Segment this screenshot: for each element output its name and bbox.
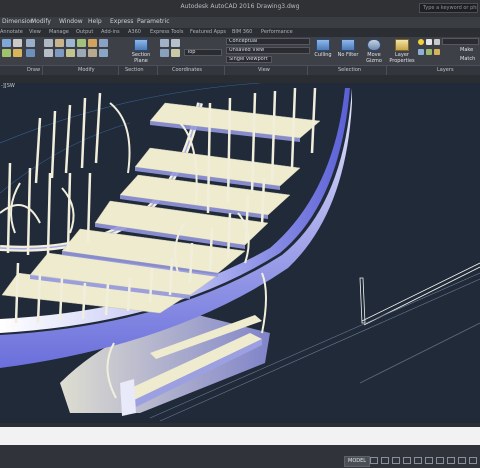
- panel-title-layers[interactable]: Layers: [437, 67, 454, 73]
- layer-properties-icon: [395, 39, 409, 51]
- rotate-icon[interactable]: [55, 39, 64, 47]
- copy-icon[interactable]: [77, 39, 86, 47]
- panel-title-view[interactable]: View: [258, 67, 270, 73]
- explode-icon[interactable]: [88, 49, 97, 57]
- move-icon[interactable]: [44, 39, 53, 47]
- tab-performance[interactable]: Performance: [261, 29, 293, 35]
- ribbon-panel-titles: Draw Modify Section Coordinates View Sel…: [0, 65, 480, 75]
- window-title: Autodesk AutoCAD 2016 Drawing3.dwg: [180, 3, 300, 10]
- culling-label: Culling: [314, 52, 332, 58]
- ucs-view-icon[interactable]: [171, 49, 180, 57]
- tab-annotate[interactable]: Annotate: [0, 29, 23, 35]
- scale-icon[interactable]: [55, 49, 64, 57]
- culling-icon: [316, 39, 330, 51]
- arc-icon[interactable]: [13, 49, 22, 57]
- move-gizmo-label: Move Gizmo: [366, 52, 382, 64]
- culling-button[interactable]: Culling: [309, 38, 337, 58]
- move-gizmo-button[interactable]: Move Gizmo: [360, 38, 388, 64]
- no-filter-button[interactable]: No Filter: [334, 38, 362, 58]
- no-filter-label: No Filter: [337, 52, 359, 58]
- ribbon: Section Plane Top Conceptual Unsaved Vie…: [0, 37, 480, 65]
- menu-item-modify[interactable]: Modify: [31, 18, 51, 25]
- layer-properties-label: Layer Properties: [389, 52, 415, 64]
- drawing-viewport[interactable]: -][SW: [0, 83, 480, 423]
- status-bar: MODEL: [0, 445, 480, 468]
- layer-unisolate-icon[interactable]: [426, 49, 432, 55]
- menu-item-dimension[interactable]: Dimension: [2, 18, 34, 25]
- menu-item-express[interactable]: Express: [110, 18, 133, 25]
- named-view-dropdown[interactable]: Unsaved View: [226, 47, 310, 54]
- layer-lock-icon[interactable]: [434, 39, 440, 45]
- layer-properties-button[interactable]: Layer Properties: [388, 38, 416, 64]
- file-tab-bar: [0, 75, 480, 83]
- panel-title-coordinates[interactable]: Coordinates: [172, 67, 202, 73]
- menu-bar: Dimension Modify Window Help Express Par…: [0, 17, 480, 28]
- menu-item-help[interactable]: Help: [88, 18, 102, 25]
- gizmo-icon: [367, 39, 381, 51]
- tab-bim-360[interactable]: BIM 360: [232, 29, 252, 35]
- tab-featured-apps[interactable]: Featured Apps: [190, 29, 226, 35]
- ucs-origin-icon[interactable]: [160, 49, 169, 57]
- menu-item-parametric[interactable]: Parametric: [137, 18, 170, 25]
- staircase-model: [0, 83, 480, 422]
- tab-manage[interactable]: Manage: [49, 29, 69, 35]
- section-plane-button[interactable]: Section Plane: [127, 38, 155, 64]
- ortho-icon[interactable]: [392, 457, 400, 464]
- hatch-icon[interactable]: [26, 49, 35, 57]
- stretch-icon[interactable]: [44, 49, 53, 57]
- ribbon-tab-bar: Annotate View Manage Output Add-ins A360…: [0, 28, 480, 37]
- title-bar: Autodesk AutoCAD 2016 Drawing3.dwg Type …: [0, 0, 480, 17]
- tab-express-tools[interactable]: Express Tools: [150, 29, 183, 35]
- grid-icon[interactable]: [370, 457, 378, 464]
- workspace-gear-icon[interactable]: [447, 457, 455, 464]
- model-space-button[interactable]: MODEL: [344, 456, 371, 467]
- ucs-icon[interactable]: [160, 39, 169, 47]
- isolate-objects-icon[interactable]: [458, 457, 466, 464]
- rectangle-icon[interactable]: [26, 39, 35, 47]
- layer-on-icon[interactable]: [418, 39, 424, 45]
- annotation-scale-icon[interactable]: [436, 457, 444, 464]
- layer-isolate-icon[interactable]: [418, 49, 424, 55]
- panel-title-selection[interactable]: Selection: [338, 67, 361, 73]
- line-icon[interactable]: [2, 39, 11, 47]
- circle-icon[interactable]: [2, 49, 11, 57]
- polyline-icon[interactable]: [13, 39, 22, 47]
- tab-view[interactable]: View: [29, 29, 41, 35]
- search-input[interactable]: Type a keyword or phrase: [419, 3, 478, 13]
- command-line[interactable]: [0, 427, 480, 445]
- erase-icon[interactable]: [77, 49, 86, 57]
- view-top-dropdown[interactable]: Top: [184, 49, 222, 56]
- tab-output[interactable]: Output: [76, 29, 93, 35]
- mirror-icon[interactable]: [88, 39, 97, 47]
- match-layer-label[interactable]: Match: [460, 56, 475, 62]
- visual-style-dropdown[interactable]: Conceptual: [226, 38, 310, 45]
- fillet-icon[interactable]: [99, 39, 108, 47]
- no-filter-icon: [341, 39, 355, 51]
- layer-off-icon[interactable]: [434, 49, 440, 55]
- panel-title-draw[interactable]: Draw: [27, 67, 40, 73]
- panel-title-section[interactable]: Section: [125, 67, 144, 73]
- section-plane-label: Section Plane: [131, 52, 151, 64]
- trim-icon[interactable]: [66, 39, 75, 47]
- lineweight-icon[interactable]: [425, 457, 433, 464]
- layer-dropdown[interactable]: [442, 38, 479, 45]
- panel-title-modify[interactable]: Modify: [78, 67, 95, 73]
- snap-icon[interactable]: [381, 457, 389, 464]
- ucs-world-icon[interactable]: [171, 39, 180, 47]
- polar-icon[interactable]: [403, 457, 411, 464]
- layer-freeze-icon[interactable]: [426, 39, 432, 45]
- tab-add-ins[interactable]: Add-ins: [101, 29, 120, 35]
- customization-menu-icon[interactable]: [469, 457, 477, 464]
- viewport-config-dropdown[interactable]: Single viewport: [226, 56, 272, 63]
- make-current-label[interactable]: Make: [460, 47, 473, 53]
- tab-a360[interactable]: A360: [128, 29, 141, 35]
- menu-item-window[interactable]: Window: [59, 18, 83, 25]
- osnap-icon[interactable]: [414, 457, 422, 464]
- section-plane-icon: [134, 39, 148, 51]
- array-icon[interactable]: [66, 49, 75, 57]
- offset-icon[interactable]: [99, 49, 108, 57]
